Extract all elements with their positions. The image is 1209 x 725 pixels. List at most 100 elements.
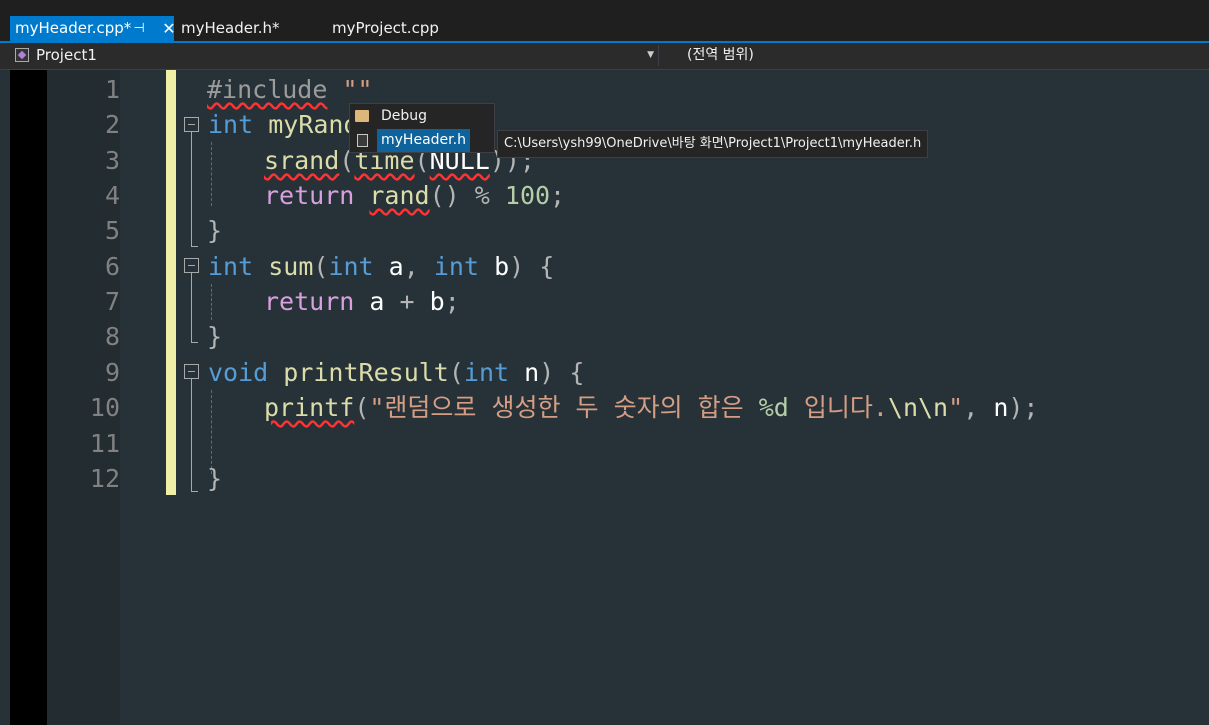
closing-brace: } <box>207 216 223 245</box>
code-line-12[interactable]: } <box>207 461 222 496</box>
line-number: 9 <box>104 358 120 387</box>
parameter: n <box>524 358 540 387</box>
operator: % <box>474 181 490 210</box>
type-keyword: int <box>328 252 374 281</box>
document-tab-strip: myHeader.cpp* ⊣ ✕ myHeader.h* myProject.… <box>0 0 1209 42</box>
paren: ( <box>448 358 464 387</box>
code-line-4[interactable]: return rand() % 100; <box>264 178 565 213</box>
function-name: sum <box>268 252 314 281</box>
tab-label: myHeader.cpp* <box>15 19 132 37</box>
tab-label: myProject.cpp <box>332 19 439 37</box>
tab-label: myHeader.h* <box>181 19 280 37</box>
return-keyword: return <box>264 181 355 210</box>
identifier: n <box>993 393 1009 422</box>
comma: , <box>963 393 979 422</box>
string-literal: 입니다. <box>788 393 888 422</box>
type-keyword: int <box>208 252 254 281</box>
function-name: myRand <box>268 110 359 139</box>
indicator-margin <box>10 70 47 725</box>
outline-guide <box>191 342 198 343</box>
closing-brace: } <box>207 464 223 493</box>
pin-tab-icon[interactable]: ⊣ <box>132 16 146 41</box>
line-number: 3 <box>104 146 120 175</box>
function-call: printf <box>264 393 355 422</box>
project-icon <box>15 48 29 62</box>
paren: ) <box>539 358 555 387</box>
opening-brace: { <box>539 252 555 281</box>
line-number: 8 <box>104 322 120 351</box>
tab-myproject-cpp[interactable]: myProject.cpp <box>332 16 439 41</box>
indent-guide <box>211 284 212 320</box>
indent-guide <box>211 142 212 206</box>
code-line-6[interactable]: int sum(int a, int b) { <box>208 249 554 284</box>
function-name: printResult <box>283 358 449 387</box>
outline-guide <box>191 246 198 247</box>
outline-guide <box>191 273 192 342</box>
code-line-7[interactable]: return a + b; <box>264 284 460 319</box>
paren: ) <box>509 252 525 281</box>
completion-item-myheader-h[interactable]: myHeader.h <box>350 129 494 152</box>
code-line-9[interactable]: void printResult(int n) { <box>208 355 584 390</box>
paren: ); <box>1008 393 1039 422</box>
comma: , <box>403 252 419 281</box>
close-tab-icon[interactable]: ✕ <box>161 16 177 41</box>
line-number: 12 <box>89 464 120 493</box>
outline-guide <box>191 132 192 246</box>
paren: ( <box>354 393 370 422</box>
code-line-10[interactable]: printf("랜덤으로 생성한 두 숫자의 합은 %d 입니다.\n\n", … <box>264 390 1038 425</box>
include-path-string: "" <box>342 75 373 104</box>
identifier: b <box>429 287 445 316</box>
member-scope-dropdown[interactable]: (전역 범위) <box>687 45 754 66</box>
type-keyword: int <box>208 110 254 139</box>
code-line-1[interactable]: #include "" <box>207 72 373 107</box>
semicolon: ; <box>550 181 566 210</box>
line-number: 5 <box>104 216 120 245</box>
format-specifier: %d <box>758 393 789 422</box>
outline-guide <box>191 491 198 492</box>
opening-brace: { <box>569 358 585 387</box>
line-number: 1 <box>104 75 120 104</box>
collapse-region-toggle[interactable] <box>184 258 199 273</box>
function-call: srand <box>264 146 340 175</box>
number-literal: 100 <box>504 181 551 210</box>
completion-item-debug[interactable]: Debug <box>350 105 494 128</box>
code-line-5[interactable]: } <box>207 213 222 248</box>
include-directive: #include <box>207 75 328 104</box>
paren: ( <box>313 252 329 281</box>
line-number: 7 <box>104 287 120 316</box>
collapse-region-toggle[interactable] <box>184 117 199 132</box>
type-keyword: int <box>463 358 510 387</box>
paren: () <box>429 181 460 210</box>
semicolon: ; <box>444 287 460 316</box>
line-number: 11 <box>89 429 120 458</box>
operator: + <box>399 287 415 316</box>
parameter: b <box>494 252 510 281</box>
file-path-tooltip: C:\Users\ysh99\OneDrive\바탕 화면\Project1\P… <box>497 130 929 158</box>
escape-sequence: \n\n <box>887 393 949 422</box>
tab-myheader-h[interactable]: myHeader.h* <box>181 16 280 41</box>
closing-brace: } <box>207 322 223 351</box>
code-editor[interactable]: 1 2 3 4 5 6 7 8 9 10 11 12 #include "" i… <box>0 70 1209 725</box>
project-scope-label: Project1 <box>36 46 97 64</box>
completion-list[interactable]: Debug myHeader.h <box>349 103 495 153</box>
function-call: rand <box>369 181 430 210</box>
project-scope-dropdown[interactable]: Project1 ▼ <box>10 45 659 66</box>
code-line-8[interactable]: } <box>207 319 222 354</box>
folder-icon <box>355 110 369 122</box>
completion-item-label: Debug <box>381 108 428 124</box>
completion-item-label: myHeader.h <box>377 129 470 152</box>
unsaved-changes-bar <box>166 70 176 495</box>
navigation-bar: Project1 ▼ (전역 범위) <box>0 43 1209 70</box>
chevron-down-icon[interactable]: ▼ <box>647 45 654 66</box>
type-keyword: void <box>208 358 269 387</box>
code-line-2[interactable]: int myRand <box>208 107 359 142</box>
string-literal: "랜덤으로 생성한 두 숫자의 합은 <box>369 393 759 422</box>
line-number: 6 <box>104 252 120 281</box>
identifier: a <box>369 287 385 316</box>
line-number: 10 <box>89 393 120 422</box>
parameter: a <box>388 252 404 281</box>
return-keyword: return <box>264 287 355 316</box>
header-file-icon <box>357 134 368 147</box>
tab-myheader-cpp[interactable]: myHeader.cpp* ⊣ ✕ <box>10 16 177 41</box>
collapse-region-toggle[interactable] <box>184 364 199 379</box>
